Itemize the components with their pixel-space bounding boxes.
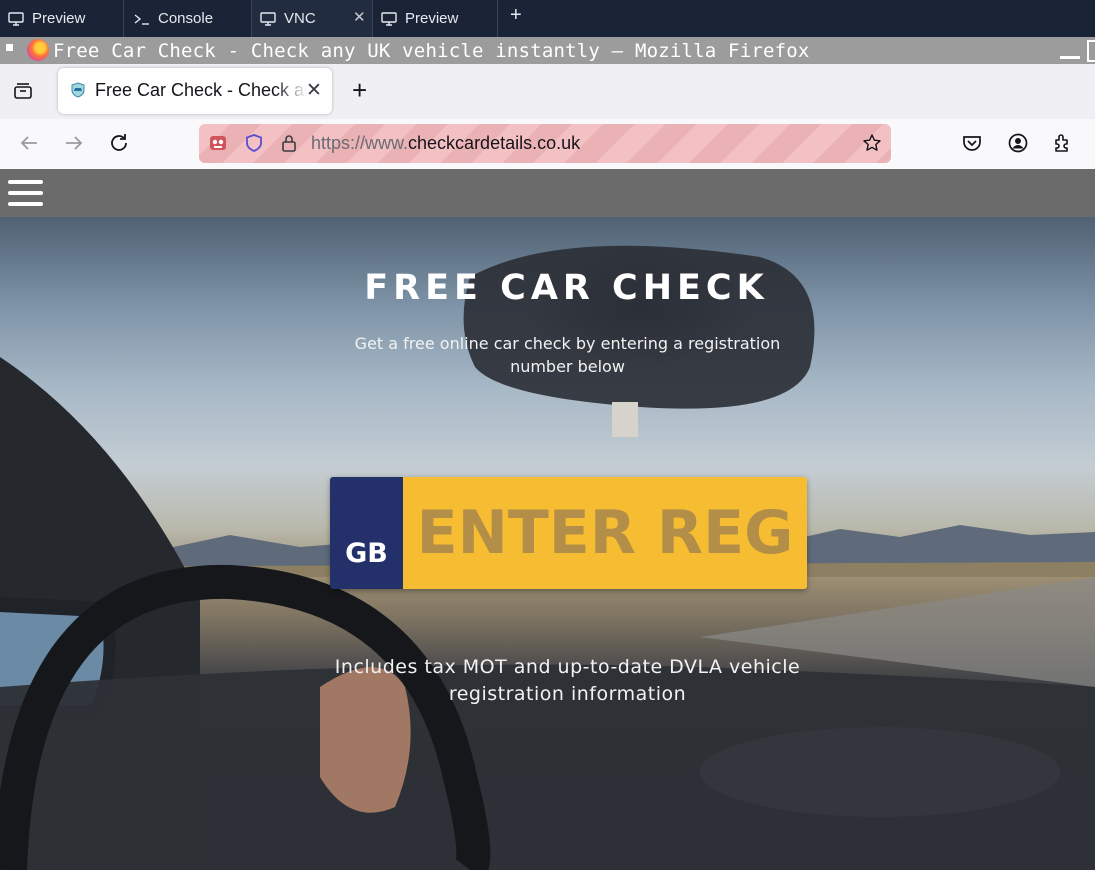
hero-title: FREE CAR CHECK (364, 268, 769, 308)
host-tab-preview-2[interactable]: Preview (373, 0, 497, 37)
site-navbar (0, 169, 1095, 217)
bookmark-star-icon[interactable] (862, 133, 882, 153)
private-browsing-mask-icon (210, 136, 226, 150)
extensions-puzzle-icon[interactable] (1051, 131, 1075, 155)
host-tab-strip: Preview Console VNC ✕ Preview + (0, 0, 1095, 37)
host-tab-label: Console (158, 10, 214, 27)
monitor-icon (8, 11, 24, 26)
web-page: FREE CAR CHECK Get a free online car che… (0, 169, 1095, 870)
host-tab-preview-1[interactable]: Preview (0, 0, 123, 37)
pocket-icon[interactable] (960, 131, 984, 155)
host-tab-label: Preview (405, 10, 459, 27)
window-title: Free Car Check - Check any UK vehicle in… (53, 40, 810, 62)
registration-plate-form: GB (330, 477, 807, 589)
monitor-icon (381, 11, 397, 26)
url-domain: checkcardetails.co.uk (408, 133, 581, 153)
tracking-protection-shield-icon[interactable] (244, 133, 264, 153)
firefox-logo-icon (27, 39, 49, 61)
hamburger-line (8, 191, 43, 195)
minimize-icon[interactable] (1060, 56, 1080, 59)
host-tab-label: VNC (284, 10, 316, 27)
monitor-icon (260, 11, 276, 26)
reload-icon[interactable] (107, 131, 131, 155)
host-tab-label: Preview (32, 10, 86, 27)
tab-divider (497, 0, 498, 37)
hamburger-line (8, 202, 43, 206)
close-tab-icon[interactable]: ✕ (306, 79, 322, 102)
account-icon[interactable] (1006, 131, 1030, 155)
window-menu-icon[interactable] (6, 44, 13, 51)
tab-list-icon[interactable] (13, 81, 33, 101)
maximize-icon[interactable] (1087, 40, 1095, 62)
host-tab-console[interactable]: Console (124, 0, 251, 37)
url-scheme: https://www. (311, 133, 409, 153)
plate-country-strip: GB (330, 477, 403, 589)
registration-input[interactable] (403, 477, 807, 589)
terminal-icon (134, 13, 149, 25)
plate-country-label: GB (345, 538, 388, 569)
hero-subtitle: Get a free online car check by entering … (354, 334, 781, 376)
close-tab-icon[interactable]: ✕ (353, 8, 366, 26)
hero-section: FREE CAR CHECK Get a free online car che… (0, 217, 1095, 870)
url-text[interactable]: https://www.checkcardetails.co.uk (311, 133, 580, 154)
hamburger-line (8, 180, 43, 184)
hero-footer-text: Includes tax MOT and up-to-date DVLA veh… (334, 656, 801, 705)
new-host-tab-button[interactable]: + (510, 4, 522, 27)
new-tab-button[interactable]: + (352, 76, 367, 104)
site-favicon-icon (71, 82, 85, 98)
hamburger-menu-icon[interactable] (8, 180, 43, 206)
back-arrow-icon[interactable] (17, 131, 41, 155)
browser-tab-title: Free Car Check - Check any UK vehicle in… (95, 80, 307, 100)
lock-icon[interactable] (279, 133, 299, 153)
forward-arrow-icon[interactable] (62, 131, 86, 155)
